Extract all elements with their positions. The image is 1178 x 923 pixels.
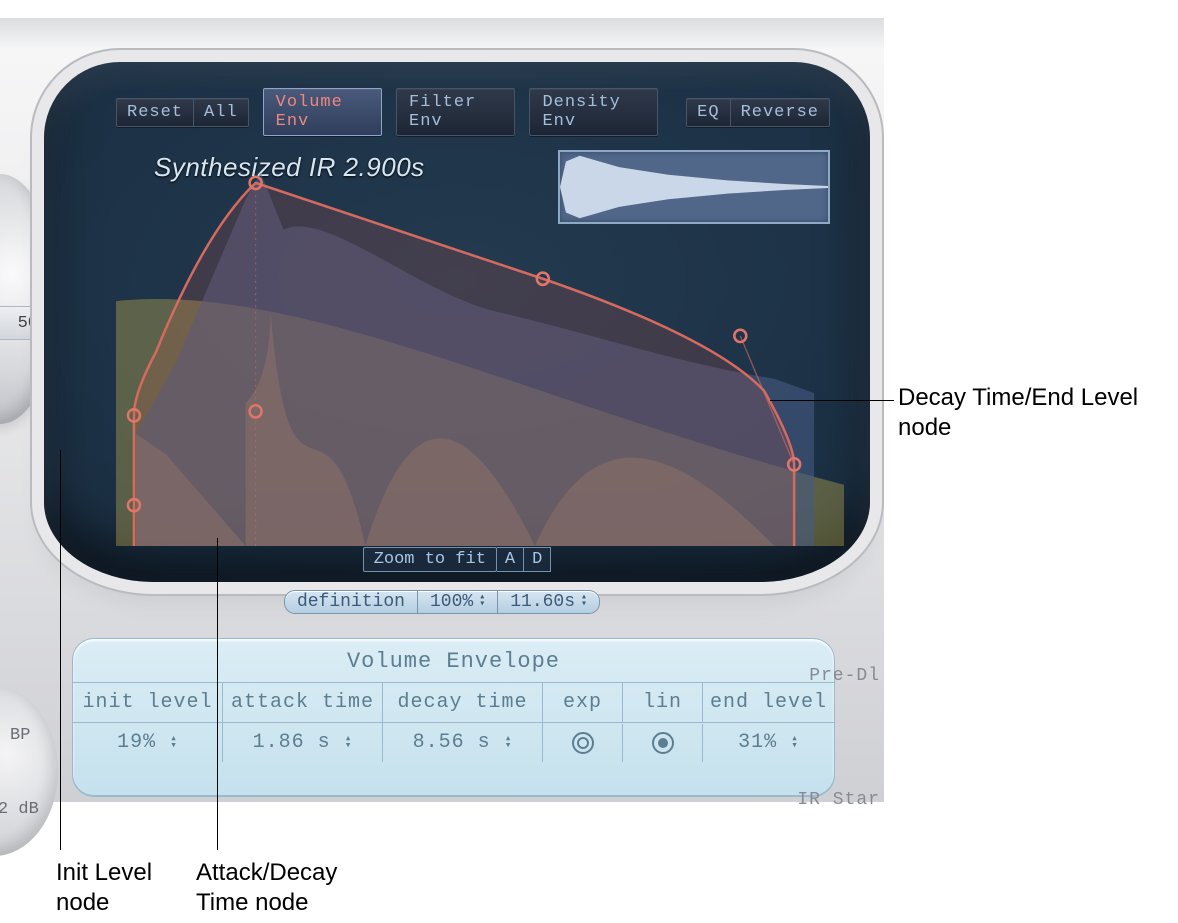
init-level-stepper[interactable]: 19% ▴▾ bbox=[73, 723, 223, 762]
reset-group[interactable]: Reset All bbox=[116, 98, 249, 127]
side-label-predelay: Pre-Dl bbox=[809, 666, 880, 686]
density-env-tab[interactable]: Density Env bbox=[529, 88, 658, 136]
header-end-level: end level bbox=[703, 683, 834, 722]
callout-decay-end: Decay Time/End Level node bbox=[898, 383, 1158, 443]
attack-time-stepper[interactable]: 1.86 s ▴▾ bbox=[223, 723, 383, 762]
callout-attack-decay: Attack/Decay Time node bbox=[196, 858, 366, 918]
eq-reverse-group[interactable]: EQ Reverse bbox=[686, 98, 830, 127]
stepper-icon: ▴▾ bbox=[345, 736, 353, 750]
end-level-value: 31% bbox=[738, 731, 777, 754]
init-level-value: 19% bbox=[117, 731, 156, 754]
volume-env-tab[interactable]: Volume Env bbox=[263, 88, 382, 136]
zoom-controls: Zoom to fitAD bbox=[44, 547, 870, 572]
decay-time-stepper[interactable]: 8.56 s ▴▾ bbox=[383, 723, 543, 762]
stepper-icon: ▴▾ bbox=[505, 736, 513, 750]
panel-title: Volume Envelope bbox=[73, 639, 834, 683]
side-label-irstart: IR Star bbox=[797, 790, 880, 810]
lin-radio[interactable] bbox=[623, 724, 703, 762]
callout-line bbox=[770, 400, 894, 401]
zoom-to-fit-button[interactable]: Zoom to fit bbox=[363, 547, 497, 572]
reverse-button[interactable]: Reverse bbox=[731, 99, 829, 126]
envelope-editor[interactable] bbox=[116, 138, 844, 546]
header-decay-time: decay time bbox=[383, 683, 543, 722]
definition-label: definition bbox=[284, 590, 418, 614]
eq-button[interactable]: EQ bbox=[687, 99, 730, 126]
zoom-attack-button[interactable]: A bbox=[497, 547, 524, 572]
lower-knob-label-db: 2 dB bbox=[0, 800, 39, 819]
header-init-level: init level bbox=[73, 683, 223, 722]
definition-row: definition100%11.60s bbox=[0, 590, 884, 614]
callout-init-level: Init Level node bbox=[56, 858, 176, 918]
stepper-icon bbox=[581, 594, 587, 608]
exp-radio[interactable] bbox=[543, 724, 623, 762]
reset-button[interactable]: Reset bbox=[117, 99, 194, 126]
header-exp: exp bbox=[543, 683, 623, 722]
header-attack-time: attack time bbox=[223, 683, 383, 722]
reset-all-button[interactable]: All bbox=[194, 99, 248, 126]
definition-length[interactable]: 11.60s bbox=[498, 590, 600, 614]
ir-display: Reset All Volume Env Filter Env Density … bbox=[44, 62, 870, 582]
lower-left-knob[interactable]: BP 2 dB bbox=[0, 686, 58, 856]
decay-time-value: 8.56 s bbox=[413, 731, 491, 754]
panel-header-row: init level attack time decay time exp li… bbox=[73, 683, 834, 723]
header-lin: lin bbox=[623, 683, 703, 722]
volume-envelope-panel: Volume Envelope init level attack time d… bbox=[72, 638, 835, 796]
attack-time-value: 1.86 s bbox=[253, 731, 331, 754]
envelope-toolbar: Reset All Volume Env Filter Env Density … bbox=[116, 94, 830, 130]
end-level-stepper[interactable]: 31% ▴▾ bbox=[703, 723, 834, 762]
callout-line bbox=[60, 450, 61, 850]
zoom-decay-button[interactable]: D bbox=[524, 547, 551, 572]
stepper-icon: ▴▾ bbox=[170, 736, 178, 750]
plugin-shell: 500s ▴▾ BP 2 dB Reset All Volume Env Fil… bbox=[0, 18, 884, 802]
stepper-icon bbox=[479, 594, 485, 608]
definition-percent[interactable]: 100% bbox=[418, 590, 498, 614]
lower-knob-label-bp: BP bbox=[10, 726, 30, 745]
panel-values-row: 19% ▴▾ 1.86 s ▴▾ 8.56 s ▴▾ 31% ▴▾ bbox=[73, 723, 834, 762]
filter-env-tab[interactable]: Filter Env bbox=[396, 88, 515, 136]
stepper-icon: ▴▾ bbox=[791, 736, 799, 750]
callout-line bbox=[217, 538, 218, 850]
